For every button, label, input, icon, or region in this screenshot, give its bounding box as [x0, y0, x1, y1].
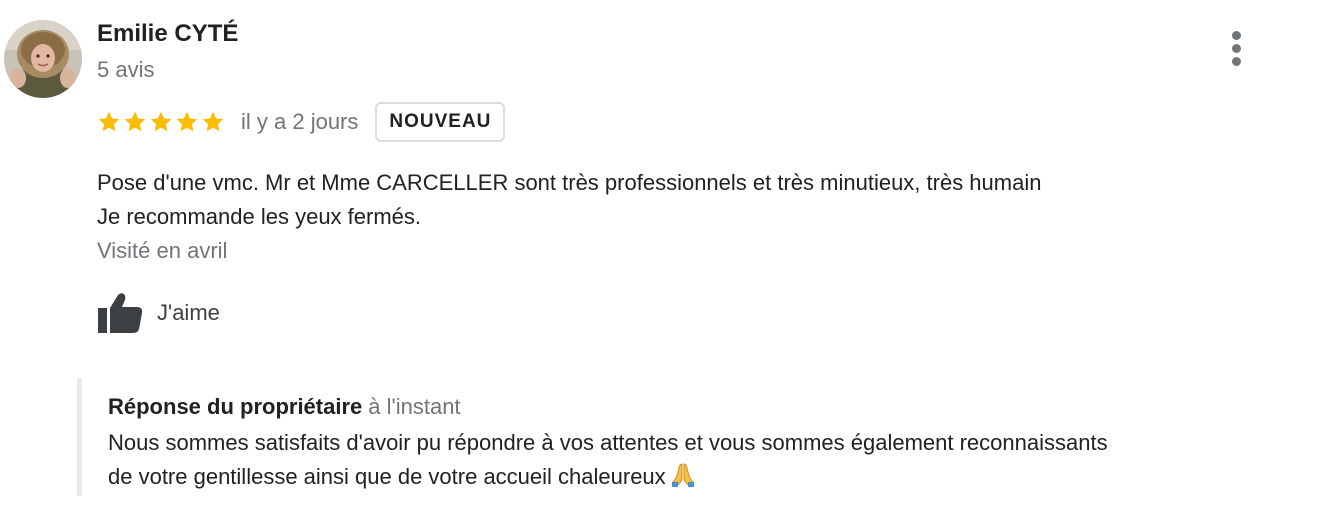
thumbs-up-icon	[97, 292, 143, 334]
owner-reply-line: Nous sommes satisfaits d'avoir pu répond…	[108, 430, 1108, 455]
star-icon	[97, 110, 121, 134]
star-icon	[123, 110, 147, 134]
reviewer-name[interactable]: Emilie CYTÉ	[97, 20, 238, 48]
review-text-line: Je recommande les yeux fermés.	[97, 204, 422, 229]
reviewer-avatar[interactable]	[4, 20, 82, 98]
owner-reply-text: Nous sommes satisfaits d'avoir pu répond…	[108, 426, 1308, 498]
star-icon	[149, 110, 173, 134]
like-button[interactable]: J'aime	[97, 292, 220, 334]
more-options-button[interactable]	[1222, 28, 1252, 68]
star-icon	[201, 110, 225, 134]
owner-reply-line-2: de votre gentillesse ainsi que de votre …	[108, 460, 1308, 498]
new-badge: NOUVEAU	[375, 102, 506, 142]
reviewer-review-count: 5 avis	[97, 57, 155, 82]
more-vert-icon	[1232, 31, 1241, 40]
visited-date: Visité en avril	[97, 238, 228, 263]
review-text: Pose d'une vmc. Mr et Mme CARCELLER sont…	[97, 166, 1277, 234]
rating-row: il y a 2 jours NOUVEAU	[97, 101, 506, 143]
star-icon	[175, 110, 199, 134]
owner-reply-title: Réponse du propriétaire	[108, 394, 363, 419]
review-time: il y a 2 jours	[241, 109, 359, 134]
more-vert-icon-dot	[1232, 57, 1241, 66]
like-label: J'aime	[157, 300, 220, 325]
more-vert-icon-dot	[1232, 44, 1241, 53]
praying-hands-icon	[670, 462, 696, 498]
owner-reply-header: Réponse du propriétaire à l'instant	[108, 394, 461, 420]
owner-reply: Réponse du propriétaire à l'instant Nous …	[77, 378, 1312, 496]
star-rating	[97, 110, 225, 134]
owner-reply-time: à l'instant	[368, 394, 461, 419]
review-text-line: Pose d'une vmc. Mr et Mme CARCELLER sont…	[97, 170, 1042, 195]
owner-reply-line: de votre gentillesse ainsi que de votre …	[108, 464, 666, 489]
